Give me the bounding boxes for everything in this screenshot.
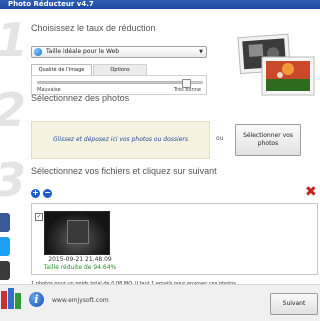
info-icon[interactable]: i [29, 292, 44, 307]
footer-bar: i www.emjysoft.com Suivant [0, 284, 320, 321]
photo-thumbnail [44, 211, 110, 255]
or-label: ou [216, 135, 224, 142]
size-combobox[interactable]: Taille idéale pour le Web ▼ [31, 46, 207, 58]
website-link[interactable]: www.emjysoft.com [52, 297, 109, 304]
quality-slider-fill [38, 82, 186, 83]
photo-stack-illustration [237, 33, 315, 96]
slider-max-label: Très bonne [173, 87, 201, 93]
list-item[interactable]: ✓ 2015-09-21 21.48.09 Taille réduite de … [34, 206, 122, 272]
chevron-down-icon: ▼ [199, 49, 203, 55]
item-checkbox[interactable]: ✓ [35, 213, 43, 221]
drop-zone-text: Glissez et déposez ici vos photos ou dos… [53, 136, 188, 143]
thumbnail-device [67, 220, 89, 244]
tab-image-quality[interactable]: Qualité de l'image [31, 64, 92, 75]
google-plus-icon[interactable] [0, 261, 10, 280]
red-x-icon[interactable]: ✖ [305, 185, 317, 199]
minus-icon[interactable]: − [43, 189, 52, 198]
window-title: Photo Réducteur v4.7 [8, 0, 94, 8]
step1-heading: Choisissez le taux de réduction [31, 23, 156, 33]
step2-heading: Sélectionnez des photos [31, 93, 130, 103]
photo-reduction: Taille réduite de 94.64% [43, 264, 117, 271]
tab-options[interactable]: Options [93, 64, 147, 75]
step-number-2: 2 [0, 87, 26, 133]
quality-slider[interactable] [37, 79, 203, 88]
file-list: ✓ 2015-09-21 21.48.09 Taille réduite de … [31, 203, 318, 275]
drop-zone[interactable]: Glissez et déposez ici vos photos ou dos… [31, 121, 210, 159]
step-number-1: 1 [0, 17, 28, 63]
twitter-icon[interactable] [0, 237, 10, 256]
main-panel: 1 2 3 Choisissez le taux de réduction Ta… [0, 9, 320, 320]
next-button[interactable]: Suivant [270, 293, 318, 315]
books-logo-icon [1, 288, 21, 309]
facebook-icon[interactable] [0, 213, 10, 232]
plus-icon[interactable]: + [31, 189, 40, 198]
window-titlebar: Photo Réducteur v4.7 [0, 0, 320, 9]
photo-date: 2015-09-21 21.48.09 [48, 256, 112, 263]
step-number-3: 3 [0, 157, 26, 203]
quality-tab-panel: Mauvaise Très bonne [31, 75, 207, 95]
step3-heading: Sélectionnez vos fichiers et cliquez sur… [31, 166, 217, 176]
globe-icon [34, 48, 42, 56]
select-photos-button[interactable]: Sélectionner vos photos [235, 124, 301, 156]
size-combobox-value: Taille idéale pour le Web [46, 48, 120, 55]
